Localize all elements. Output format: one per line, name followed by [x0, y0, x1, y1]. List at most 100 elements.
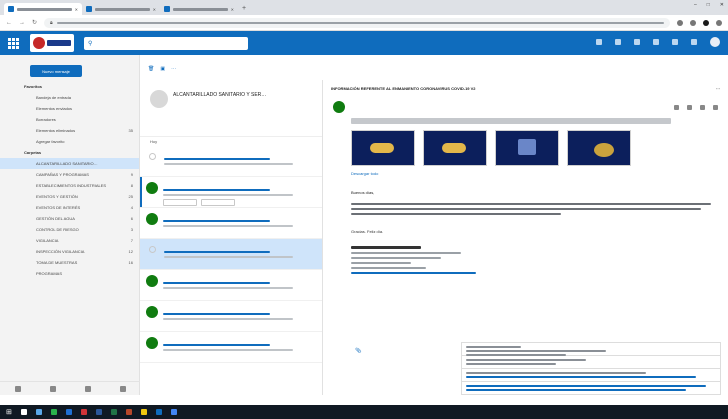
folder-item[interactable]: GESTIÓN DEL AGUA 6 — [0, 213, 139, 224]
browser-tab-outlook[interactable]: ✕ — [4, 3, 82, 15]
archive-icon[interactable]: ▣ — [160, 66, 165, 72]
extension-icon[interactable] — [690, 19, 696, 26]
attachment-chip[interactable] — [201, 199, 235, 206]
select-checkbox[interactable] — [149, 246, 156, 253]
folder-item[interactable]: TOMA DE MUESTRAS 16 — [0, 257, 139, 268]
folder-icon[interactable] — [140, 409, 147, 415]
browser-tab-3[interactable]: ✕ — [160, 3, 238, 15]
info-table — [461, 342, 721, 395]
outlook-icon[interactable] — [155, 409, 162, 415]
unread-count: 3 — [130, 227, 133, 232]
back-icon[interactable]: ← — [6, 20, 12, 26]
search-input[interactable]: ⚲ — [84, 36, 248, 50]
app-icon[interactable] — [65, 409, 72, 415]
minimize-button[interactable]: – — [694, 2, 697, 8]
calendar-icon[interactable] — [634, 39, 640, 45]
reply-icon[interactable] — [674, 104, 679, 110]
meet-icon[interactable] — [596, 39, 602, 45]
message-preview — [163, 225, 294, 227]
more-options-icon[interactable]: ⋯ — [716, 86, 720, 91]
list-item[interactable] — [140, 332, 322, 363]
folder-label: TOMA DE MUESTRAS — [36, 260, 78, 265]
message-preview — [163, 318, 294, 320]
folder-item[interactable]: Agregar favorito — [0, 136, 139, 147]
close-window-button[interactable]: ✕ — [720, 2, 724, 8]
app-launcher-icon[interactable] — [6, 36, 20, 50]
close-tab-icon[interactable]: ✕ — [153, 7, 156, 12]
star-icon[interactable] — [677, 19, 683, 26]
delete-icon[interactable]: 🗑︎ — [148, 66, 154, 72]
folder-item[interactable]: PROGRAMAS — [0, 268, 139, 279]
calendar-icon[interactable] — [49, 385, 56, 392]
folder-item[interactable]: Bandeja de entrada — [0, 92, 139, 103]
folder-item[interactable]: CAMPAÑAS Y PROGRAMAS 9 — [0, 169, 139, 180]
folder-label: ESTABLECIMIENTOS INDUSTRIALES — [36, 183, 107, 188]
folder-header: ALCANTARILLADO SANITARIO Y SER… — [140, 80, 322, 136]
todo-icon[interactable] — [119, 385, 126, 392]
folder-item[interactable]: Elementos eliminados 35 — [0, 125, 139, 136]
menu-icon[interactable] — [716, 19, 722, 26]
help-icon[interactable] — [691, 39, 697, 45]
app-icon[interactable] — [50, 409, 57, 415]
profile-icon[interactable] — [703, 19, 709, 26]
folder-item[interactable]: VIGILANCIA 7 — [0, 235, 139, 246]
excel-icon[interactable] — [110, 409, 117, 415]
attachment-image[interactable] — [567, 130, 631, 166]
sender-avatar — [146, 213, 158, 225]
folder-group-header[interactable]: Favoritos — [0, 81, 139, 92]
notifications-icon[interactable] — [653, 39, 659, 45]
download-all-link[interactable]: Descargar todo — [351, 171, 728, 176]
more-icon[interactable] — [713, 104, 718, 110]
chrome-icon[interactable] — [170, 409, 177, 415]
reload-icon[interactable]: ↻ — [32, 19, 37, 26]
folder-item[interactable]: CONTROL DE RIESGO 3 — [0, 224, 139, 235]
more-icon[interactable]: ⋯ — [171, 66, 176, 72]
folder-item[interactable]: EVENTOS DE INTERÉS 4 — [0, 202, 139, 213]
folder-group-header[interactable]: Carpetas — [0, 147, 139, 158]
folder-item[interactable]: ESTABLECIMIENTOS INDUSTRIALES 8 — [0, 180, 139, 191]
task-view-icon[interactable] — [35, 409, 42, 415]
folder-list: Favoritos Bandeja de entrada Elementos env… — [0, 81, 139, 279]
folder-label: INSPECCIÓN VIGILANCIA — [36, 249, 85, 254]
attachment-image[interactable] — [351, 130, 415, 166]
avatar[interactable] — [710, 37, 720, 47]
folder-item[interactable]: ALCANTARILLADO SANITARIO… — [0, 158, 139, 169]
email-signature — [351, 246, 728, 274]
reply-all-icon[interactable] — [687, 104, 692, 110]
list-item[interactable] — [140, 239, 322, 270]
new-tab-button[interactable]: + — [242, 3, 246, 15]
folder-item[interactable]: Borradores — [0, 114, 139, 125]
settings-icon[interactable] — [672, 39, 678, 45]
list-item[interactable] — [140, 146, 322, 177]
mail-icon[interactable] — [14, 385, 21, 392]
forward-icon[interactable] — [700, 104, 705, 110]
reading-pane: INFORMACIÓN REFERENTE AL ENMANIENTO CORO… — [323, 80, 728, 395]
list-item[interactable] — [140, 270, 322, 301]
folder-item[interactable]: Elementos enviados — [0, 103, 139, 114]
attachment-file[interactable]: 📎︎ — [355, 336, 443, 366]
app-icon[interactable] — [80, 409, 87, 415]
url-field[interactable]: 🔒︎ — [44, 17, 670, 28]
folder-item[interactable]: INSPECCIÓN VIGILANCIA 12 — [0, 246, 139, 257]
word-icon[interactable] — [95, 409, 102, 415]
select-checkbox[interactable] — [149, 153, 156, 160]
search-icon[interactable] — [20, 409, 27, 415]
favicon-icon — [164, 6, 170, 12]
windows-start-icon[interactable]: ⊞ — [6, 408, 12, 416]
attachment-image[interactable] — [423, 130, 487, 166]
teams-icon[interactable] — [615, 39, 621, 45]
forward-icon[interactable]: → — [19, 20, 25, 26]
attachment-image[interactable] — [495, 130, 559, 166]
list-item[interactable] — [140, 177, 322, 208]
attachment-chip[interactable] — [163, 199, 197, 206]
maximize-button[interactable]: □ — [707, 2, 710, 8]
browser-tab-2[interactable]: ✕ — [82, 3, 160, 15]
powerpoint-icon[interactable] — [125, 409, 132, 415]
people-icon[interactable] — [84, 385, 91, 392]
close-tab-icon[interactable]: ✕ — [75, 7, 78, 12]
folder-item[interactable]: EVENTOS Y GESTIÓN 25 — [0, 191, 139, 202]
new-message-button[interactable]: Nuevo mensaje — [30, 65, 82, 77]
list-item[interactable] — [140, 208, 322, 239]
list-item[interactable] — [140, 301, 322, 332]
close-tab-icon[interactable]: ✕ — [231, 7, 234, 12]
